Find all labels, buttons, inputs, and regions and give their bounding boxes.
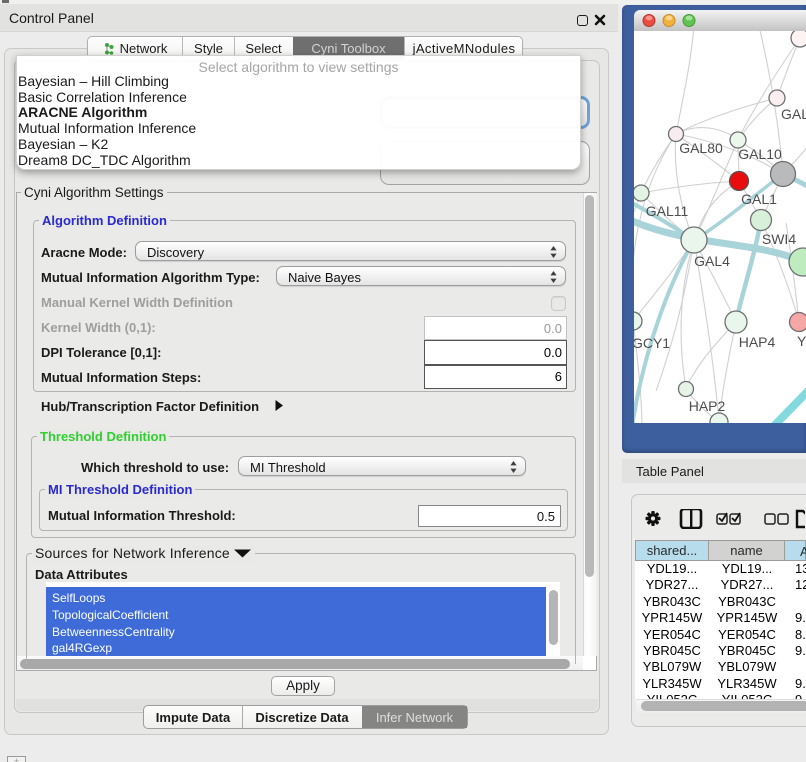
svg-text:GAL2: GAL2 (781, 106, 806, 122)
svg-text:SWI4: SWI4 (762, 231, 796, 247)
svg-text:HAP2: HAP2 (689, 398, 726, 414)
svg-text:GAL10: GAL10 (738, 146, 782, 162)
svg-text:GAL80: GAL80 (679, 140, 723, 156)
svg-text:GAL1: GAL1 (741, 191, 777, 207)
svg-text:YB: YB (797, 333, 806, 349)
svg-text:GCY1: GCY1 (634, 335, 670, 351)
svg-text:GAL11: GAL11 (646, 203, 689, 219)
svg-text:HAP4: HAP4 (739, 334, 776, 350)
svg-text:GAL4: GAL4 (694, 253, 730, 269)
